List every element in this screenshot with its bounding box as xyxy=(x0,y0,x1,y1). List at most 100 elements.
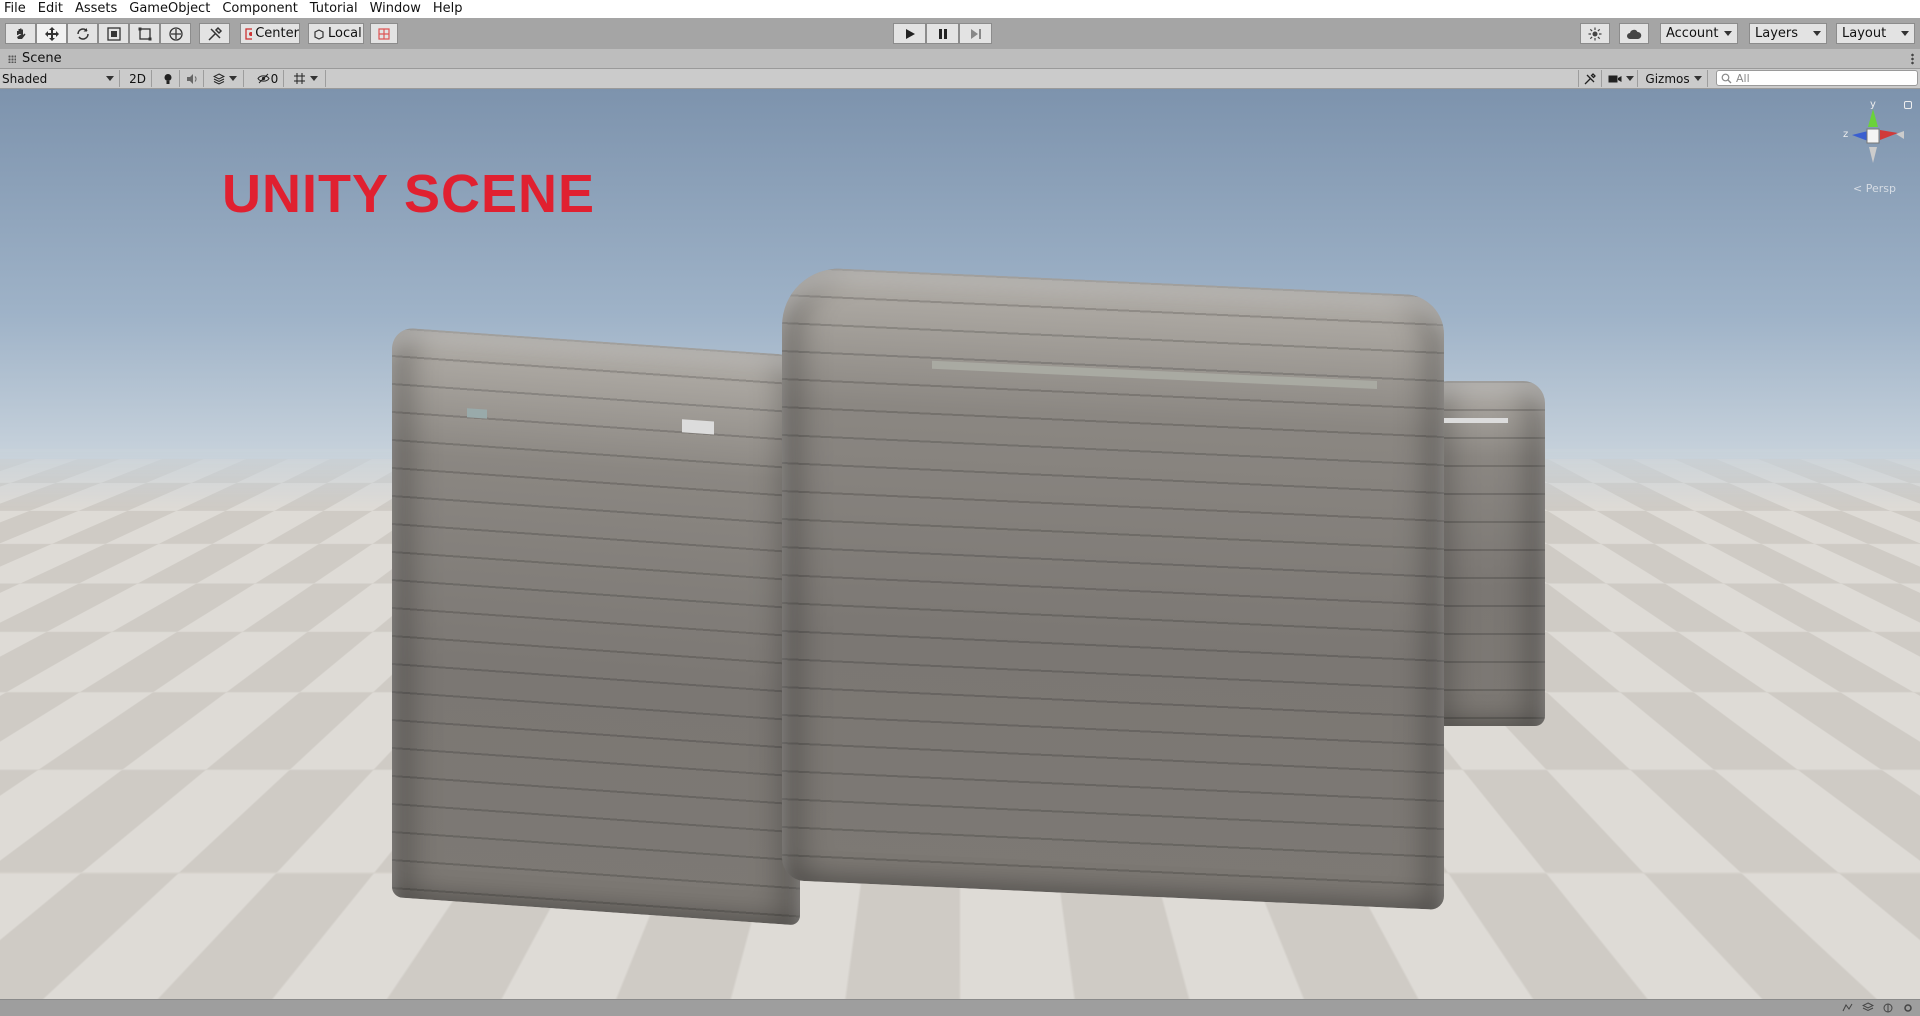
rect-tool-icon xyxy=(138,27,151,40)
local-space-icon xyxy=(314,28,324,40)
scene-search-input[interactable]: All xyxy=(1716,70,1918,86)
more-options-icon[interactable] xyxy=(1911,53,1914,65)
grid-icon xyxy=(294,73,305,84)
layers-status-icon[interactable] xyxy=(1862,1002,1874,1013)
audio-toggle[interactable] xyxy=(180,70,204,87)
pivot-icon xyxy=(245,27,253,40)
play-button[interactable] xyxy=(893,23,926,44)
projection-toggle[interactable]: < Persp xyxy=(1853,182,1896,195)
progress-icon[interactable] xyxy=(1842,1002,1854,1013)
camera-icon xyxy=(1608,75,1621,82)
chevron-down-icon xyxy=(310,76,318,81)
menu-gameobject[interactable]: GameObject xyxy=(123,0,216,18)
bunker-left-wall xyxy=(392,327,800,926)
gizmos-label: Gizmos xyxy=(1645,71,1690,86)
rect-tool-button[interactable] xyxy=(129,23,160,44)
menu-bar: File Edit Assets GameObject Component Tu… xyxy=(0,0,1920,18)
account-label: Account xyxy=(1666,26,1719,41)
projection-label: Persp xyxy=(1865,182,1896,195)
search-placeholder: All xyxy=(1736,71,1750,85)
chevron-down-icon xyxy=(1901,31,1909,36)
custom-tool-button[interactable] xyxy=(199,23,230,44)
status-bar xyxy=(0,999,1920,1016)
gizmo-z-axis[interactable] xyxy=(1852,131,1868,141)
step-button[interactable] xyxy=(959,23,992,44)
cloud-button[interactable] xyxy=(1619,23,1649,44)
layout-dropdown[interactable]: Layout xyxy=(1836,23,1915,44)
snap-button[interactable] xyxy=(370,23,398,44)
scene-tools-button[interactable] xyxy=(1578,70,1602,87)
orientation-gizmo[interactable]: y z xyxy=(1838,97,1908,177)
move-tool-button[interactable] xyxy=(36,23,67,44)
hidden-objects-toggle[interactable]: 0 xyxy=(252,70,284,87)
menu-component[interactable]: Component xyxy=(216,0,303,18)
search-icon xyxy=(1721,73,1732,83)
move-tool-icon xyxy=(44,26,59,41)
pivot-label: Center xyxy=(255,26,299,41)
scene-viewport[interactable]: UNITY SCENE y z < Persp xyxy=(0,89,1920,999)
camera-dropdown[interactable] xyxy=(1604,70,1638,87)
sun-icon xyxy=(1588,27,1602,40)
chevron-down-icon xyxy=(1724,31,1732,36)
eye-hidden-icon xyxy=(257,73,270,84)
bunker-right-wall xyxy=(1430,381,1545,726)
gizmo-y-label: y xyxy=(1870,99,1876,110)
lock-icon[interactable] xyxy=(1904,101,1912,109)
snap-grid-icon xyxy=(378,27,390,40)
draw-mode-label: Shaded xyxy=(2,71,48,86)
toggle-2d-button[interactable]: 2D xyxy=(124,70,152,87)
chevron-down-icon xyxy=(228,76,237,81)
bunker-slit xyxy=(467,408,487,419)
debug-icon[interactable] xyxy=(1882,1002,1894,1013)
toggle-2d-label: 2D xyxy=(129,71,146,86)
transform-tool-icon xyxy=(168,26,183,41)
main-toolbar: Center Local Account Layers Layout xyxy=(0,18,1920,50)
scale-tool-icon xyxy=(106,26,121,41)
tab-bar: Scene xyxy=(0,49,1920,69)
gizmo-neg-y-axis[interactable] xyxy=(1869,147,1877,163)
layers-effects-icon xyxy=(212,72,225,85)
space-local-toggle[interactable]: Local xyxy=(308,23,364,44)
pause-button[interactable] xyxy=(926,23,959,44)
speaker-icon xyxy=(186,73,197,84)
menu-assets[interactable]: Assets xyxy=(69,0,123,18)
cloud-icon xyxy=(1627,29,1642,39)
bunker-window xyxy=(682,419,714,435)
menu-help[interactable]: Help xyxy=(427,0,469,18)
menu-tutorial[interactable]: Tutorial xyxy=(304,0,364,18)
hand-tool-button[interactable] xyxy=(5,23,36,44)
gizmo-x-axis[interactable] xyxy=(1880,130,1898,140)
lighting-toggle[interactable] xyxy=(156,70,180,87)
tab-scene[interactable]: Scene xyxy=(0,49,62,68)
pause-icon xyxy=(938,28,947,39)
step-icon xyxy=(970,28,981,39)
space-label: Local xyxy=(328,26,362,41)
services-button[interactable] xyxy=(1580,23,1610,44)
gizmo-neg-x-axis[interactable] xyxy=(1896,131,1904,139)
layers-label: Layers xyxy=(1755,26,1799,41)
persp-arrow-icon: < xyxy=(1853,182,1863,195)
gizmo-y-axis[interactable] xyxy=(1868,109,1878,127)
menu-file[interactable]: File xyxy=(0,0,32,18)
gizmos-dropdown[interactable]: Gizmos xyxy=(1640,70,1708,87)
effects-dropdown[interactable] xyxy=(206,70,244,87)
menu-edit[interactable]: Edit xyxy=(32,0,69,18)
pivot-center-toggle[interactable]: Center xyxy=(240,23,300,44)
scale-tool-button[interactable] xyxy=(98,23,129,44)
bunker-slit xyxy=(1444,418,1508,423)
rotate-tool-button[interactable] xyxy=(67,23,98,44)
menu-window[interactable]: Window xyxy=(364,0,427,18)
gizmo-center-cube[interactable] xyxy=(1866,128,1880,144)
layers-dropdown[interactable]: Layers xyxy=(1749,23,1827,44)
chevron-down-icon xyxy=(1693,76,1702,81)
gizmo-z-label: z xyxy=(1843,129,1848,140)
account-dropdown[interactable]: Account xyxy=(1660,23,1738,44)
grid-snap-dropdown[interactable] xyxy=(286,70,326,87)
scene-title-overlay: UNITY SCENE xyxy=(222,164,596,224)
settings-status-icon[interactable] xyxy=(1902,1002,1914,1013)
tools-icon xyxy=(1584,72,1596,84)
chevron-down-icon xyxy=(106,76,114,81)
grip-icon xyxy=(8,54,16,63)
transform-tool-button[interactable] xyxy=(160,23,191,44)
draw-mode-dropdown[interactable]: Shaded xyxy=(0,70,120,87)
